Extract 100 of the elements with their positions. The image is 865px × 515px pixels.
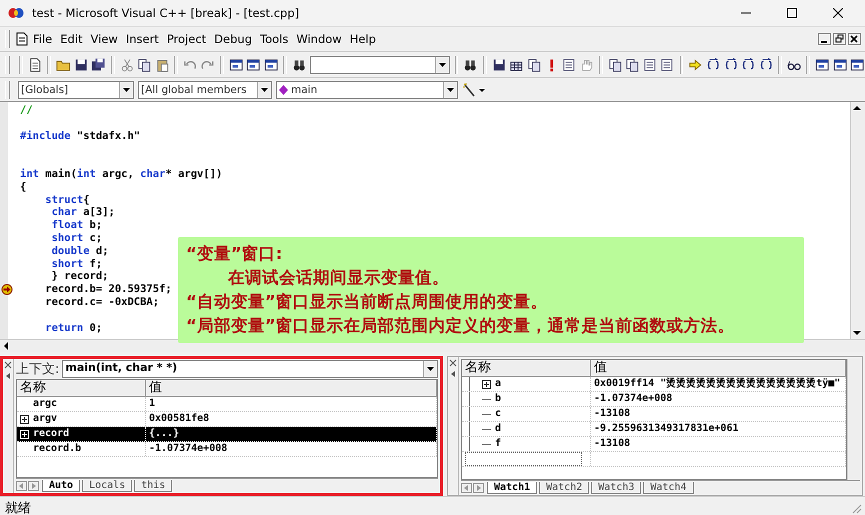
variable-value: -1.07374e+008 <box>146 442 437 456</box>
magic-wand-icon[interactable] <box>462 82 486 96</box>
tab[interactable]: this <box>134 480 172 492</box>
watch-value: -1.07374e+008 <box>591 392 846 406</box>
column-header[interactable]: 名称 <box>462 360 591 376</box>
column-header[interactable]: 名称 <box>17 380 146 396</box>
watch-name: a <box>495 377 502 391</box>
code-line: #include "stdafx.h" <box>20 130 140 142</box>
variable-name: record.b <box>33 442 82 456</box>
note-text: “变量”窗口: <box>186 243 284 265</box>
watch-name: d <box>495 422 502 436</box>
close-icon[interactable] <box>848 33 861 45</box>
watch-row[interactable]: a 0x0019ff14 "烫烫烫烫烫烫烫烫烫烫烫烫烫烫烫tÿ■" <box>462 377 846 392</box>
code-line: // <box>20 104 33 117</box>
code-line: struct{ <box>44 194 90 206</box>
column-header[interactable]: 值 <box>591 360 846 376</box>
watch-name: b <box>495 392 502 406</box>
watch-row[interactable]: f -13108 <box>462 437 846 452</box>
watch-row[interactable]: d -9.2559631349317831e+061 <box>462 422 846 437</box>
save-icon[interactable] <box>74 56 88 72</box>
note-text: “自动变量”窗口显示当前断点周围使用的变量。 <box>186 291 549 313</box>
new-watch-field[interactable] <box>465 452 582 466</box>
members-combo[interactable]: [All global members <box>138 80 272 98</box>
note-text: 在调试会话期间显示变量值。 <box>226 267 450 289</box>
tab[interactable]: Watch1 <box>487 482 538 494</box>
current-line-arrow-icon <box>1 284 13 296</box>
window-icon[interactable] <box>832 56 848 72</box>
variable-row[interactable]: record.b -1.07374e+008 <box>17 442 437 457</box>
watch-name: f <box>495 437 502 451</box>
code-line: { <box>20 180 26 194</box>
menu-item[interactable]: Help <box>346 32 379 46</box>
column-header[interactable]: 值 <box>146 380 437 396</box>
vertical-scrollbar[interactable] <box>850 102 865 339</box>
window-icon[interactable] <box>264 56 278 72</box>
tab[interactable]: Watch3 <box>591 482 642 494</box>
menu-item[interactable]: Tools <box>257 32 292 46</box>
variable-row[interactable]: record {...} <box>17 427 437 442</box>
list-icon[interactable] <box>660 56 675 72</box>
note-text: “局部变量”窗口显示在局部范围内定义的变量，通常是当前函数或方法。 <box>186 315 736 337</box>
close-icon[interactable] <box>833 8 843 18</box>
menu-item[interactable]: Window <box>293 32 345 46</box>
window-icon[interactable] <box>850 56 865 72</box>
collapse-icon[interactable] <box>449 370 457 378</box>
tab[interactable]: Locals <box>82 480 132 492</box>
menu-item[interactable]: File <box>30 32 56 46</box>
code-line: short c; <box>50 232 102 245</box>
tab[interactable]: Watch2 <box>539 482 590 494</box>
watch-name: c <box>495 407 502 421</box>
close-icon[interactable] <box>4 361 12 369</box>
watch-row[interactable]: c -13108 <box>462 407 846 422</box>
code-line: record.b= 20.59375f; <box>44 283 172 296</box>
variable-value: 0x00581fe8 <box>146 412 437 426</box>
resize-grip-icon[interactable] <box>850 502 862 514</box>
menu-item[interactable]: Debug <box>211 32 255 46</box>
diamond-icon <box>279 84 288 94</box>
maximize-icon[interactable] <box>787 8 797 18</box>
expand-icon[interactable] <box>482 380 491 388</box>
close-icon[interactable] <box>449 359 457 367</box>
new-document-icon[interactable] <box>28 56 42 72</box>
window-title: test - Microsoft Visual C++ [break] - [test.cpp] <box>32 6 300 20</box>
expand-icon[interactable] <box>20 414 29 424</box>
collapse-icon[interactable] <box>4 372 12 380</box>
list-icon[interactable] <box>562 56 576 72</box>
watch-row[interactable]: b -1.07374e+008 <box>462 392 846 407</box>
code-line: short f; <box>50 258 102 270</box>
watch-value: -9.2559631349317831e+061 <box>591 422 846 436</box>
watch-value: 0x0019ff14 "烫烫烫烫烫烫烫烫烫烫烫烫烫烫烫tÿ■" <box>591 377 846 391</box>
code-line: int main(int argc, char* argv[]) <box>20 168 222 181</box>
window-icon[interactable] <box>815 56 830 72</box>
class-combo[interactable]: [Globals] <box>18 80 134 98</box>
restore-icon[interactable] <box>833 33 846 45</box>
tab[interactable]: Watch4 <box>643 482 694 494</box>
watch-value: -13108 <box>591 407 846 421</box>
status-text: 就绪 <box>5 500 31 515</box>
variable-value: {...} <box>146 427 437 441</box>
variable-name: record <box>33 427 70 441</box>
code-line: float b; <box>50 219 102 232</box>
context-label: 上下文: <box>16 361 60 378</box>
variable-row[interactable]: argc 1 <box>17 397 437 412</box>
menu-item[interactable]: View <box>88 32 121 46</box>
code-line: } record; <box>50 270 109 284</box>
function-combo[interactable]: main <box>291 84 318 96</box>
variable-name: argv <box>33 412 58 426</box>
menu-item[interactable]: Project <box>164 32 210 46</box>
menu-item[interactable]: Edit <box>57 32 86 46</box>
code-line: record.c= -0xDCBA; <box>44 296 160 309</box>
code-line: char a[3]; <box>50 206 115 220</box>
code-line: return 0; <box>44 322 102 334</box>
variable-name: argc <box>33 397 58 411</box>
minimize-icon[interactable] <box>818 33 831 45</box>
window-icon[interactable] <box>228 56 244 72</box>
context-combo[interactable]: main(int, char * *) <box>62 360 438 378</box>
window-icon[interactable] <box>246 56 261 72</box>
document-icon <box>16 32 28 46</box>
list-icon[interactable] <box>642 56 658 72</box>
watch-value: -13108 <box>591 437 846 451</box>
copy-icon[interactable] <box>137 56 152 72</box>
menu-item[interactable]: Insert <box>122 32 162 46</box>
tab[interactable]: Auto <box>42 480 80 492</box>
save-all-icon[interactable] <box>91 56 106 72</box>
